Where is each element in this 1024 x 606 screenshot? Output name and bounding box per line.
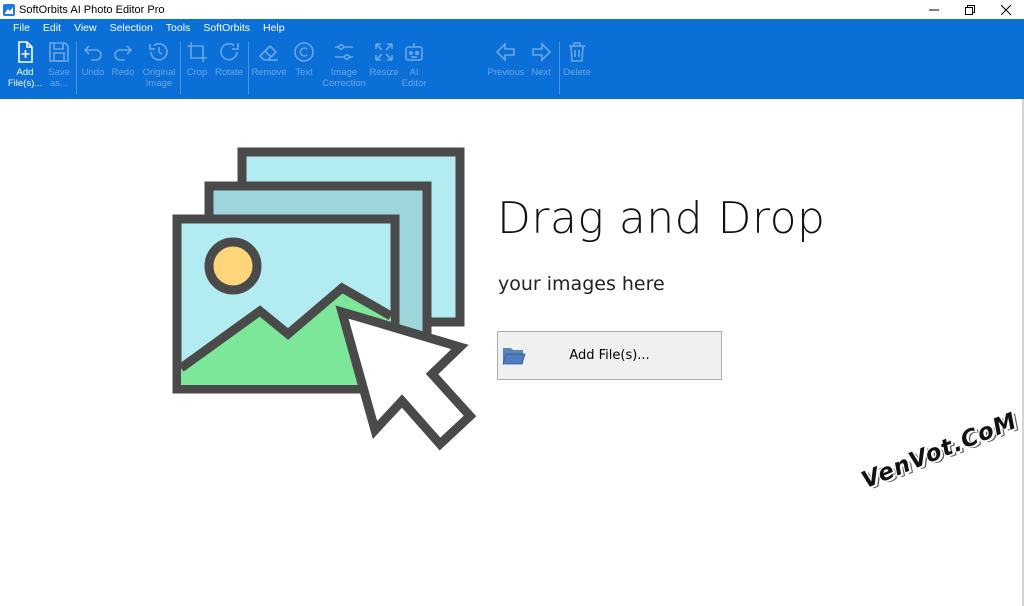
restore-icon xyxy=(965,4,975,15)
remove-label: Remove xyxy=(251,67,287,78)
save-as-button[interactable]: Save as... xyxy=(44,40,74,89)
undo-icon xyxy=(83,45,102,61)
minimize-button[interactable] xyxy=(916,0,952,19)
delete-button[interactable]: Delete xyxy=(562,40,592,78)
ai-editor-button[interactable]: AI Editor xyxy=(400,40,428,89)
drag-drop-subtitle: your images here xyxy=(498,273,665,295)
delete-label: Delete xyxy=(563,67,591,78)
resize-icon xyxy=(375,43,393,61)
toolbar-separator xyxy=(248,42,249,94)
add-files-main-button[interactable]: Add File(s)... xyxy=(497,331,722,380)
title-bar: SoftOrbits AI Photo Editor Pro xyxy=(0,0,1024,19)
sliders-icon xyxy=(335,44,353,61)
next-label: Next xyxy=(531,67,551,78)
folder-icon xyxy=(502,348,526,365)
menu-help[interactable]: Help xyxy=(263,22,285,34)
drag-drop-illustration-icon xyxy=(172,147,477,451)
drag-drop-title: Drag and Drop xyxy=(497,193,826,244)
rotate-label: Rotate xyxy=(215,67,243,78)
menu-view[interactable]: View xyxy=(74,22,97,34)
original-image-button[interactable]: Original Image xyxy=(140,40,178,89)
close-button[interactable] xyxy=(988,0,1024,19)
trash-icon xyxy=(569,42,585,62)
undo-button[interactable]: Undo xyxy=(80,40,106,78)
rotate-button[interactable]: Rotate xyxy=(214,40,244,78)
ribbon: File Edit View Selection Tools SoftOrbit… xyxy=(0,19,1024,99)
toolbar-separator xyxy=(180,42,181,94)
add-files-button[interactable]: Add File(s)... xyxy=(8,40,42,89)
eraser-icon xyxy=(258,44,278,61)
menu-edit[interactable]: Edit xyxy=(43,22,61,34)
window-controls xyxy=(916,0,1024,19)
toolbar-separator xyxy=(559,42,560,94)
menu-file[interactable]: File xyxy=(13,22,30,34)
resize-label: Resize xyxy=(369,67,399,78)
text-circle-icon xyxy=(294,42,314,62)
menu-tools[interactable]: Tools xyxy=(166,22,191,34)
crop-icon xyxy=(187,42,207,62)
save-icon xyxy=(49,42,69,62)
arrow-left-icon xyxy=(495,42,515,62)
redo-icon xyxy=(114,45,133,61)
remove-button[interactable]: Remove xyxy=(251,40,287,78)
app-logo-icon xyxy=(3,3,15,16)
robot-icon xyxy=(405,43,423,61)
add-file-icon xyxy=(18,41,33,63)
arrow-right-icon xyxy=(532,42,552,62)
image-correction-label: Image Correction xyxy=(322,67,366,89)
previous-label: Previous xyxy=(487,67,525,78)
undo-label: Undo xyxy=(81,67,105,78)
history-icon xyxy=(149,42,168,61)
menu-selection[interactable]: Selection xyxy=(110,22,153,34)
original-image-label: Original Image xyxy=(142,67,176,89)
text-label: Text xyxy=(295,67,313,78)
restore-button[interactable] xyxy=(952,0,988,19)
next-button[interactable]: Next xyxy=(528,40,554,78)
crop-button[interactable]: Crop xyxy=(184,40,210,78)
minimize-icon xyxy=(929,9,939,10)
close-icon xyxy=(1001,4,1011,15)
rotate-icon xyxy=(220,42,239,61)
menu-softorbits[interactable]: SoftOrbits xyxy=(203,22,250,34)
ai-editor-label: AI Editor xyxy=(401,67,427,89)
crop-label: Crop xyxy=(186,67,208,78)
add-files-main-label: Add File(s)... xyxy=(569,348,650,363)
previous-button[interactable]: Previous xyxy=(486,40,526,78)
save-as-label: Save as... xyxy=(48,67,70,89)
toolbar-separator xyxy=(76,42,77,94)
text-button[interactable]: Text xyxy=(292,40,316,78)
redo-label: Redo xyxy=(111,67,135,78)
image-correction-button[interactable]: Image Correction xyxy=(320,40,368,89)
menu-bar: File Edit View Selection Tools SoftOrbit… xyxy=(0,19,285,37)
resize-button[interactable]: Resize xyxy=(369,40,399,78)
redo-button[interactable]: Redo xyxy=(110,40,136,78)
window-title: SoftOrbits AI Photo Editor Pro xyxy=(19,3,165,16)
add-files-label: Add File(s)... xyxy=(7,67,43,89)
toolbar: Add File(s)... Save as... Undo Redo Orig… xyxy=(0,40,1024,96)
